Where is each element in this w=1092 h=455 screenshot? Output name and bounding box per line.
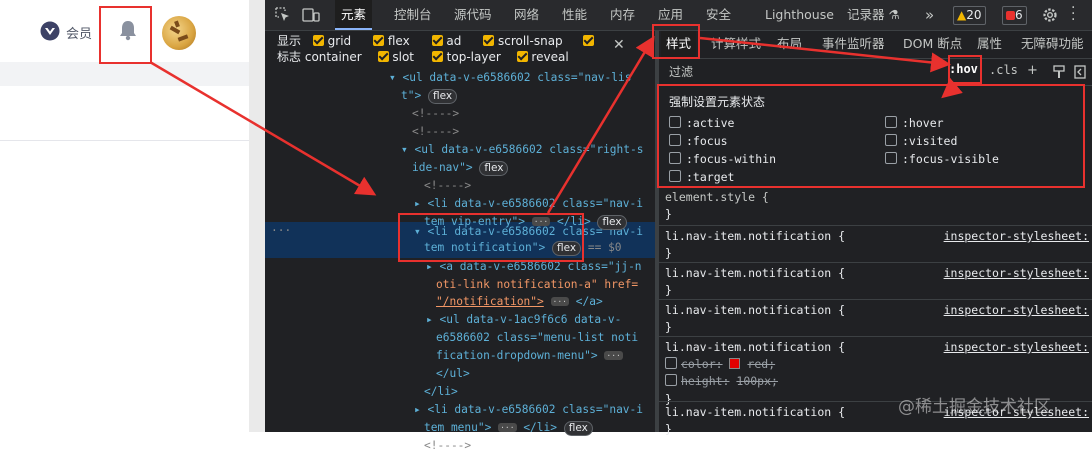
watermark: @稀土掘金技术社区 [898, 397, 1051, 417]
flex-badge[interactable]: flex [597, 215, 627, 230]
dom-comment[interactable]: <!----> [424, 437, 471, 455]
dom-node-li-vip-cont[interactable]: tem vip-entry"> ··· </li> flex [424, 213, 627, 231]
